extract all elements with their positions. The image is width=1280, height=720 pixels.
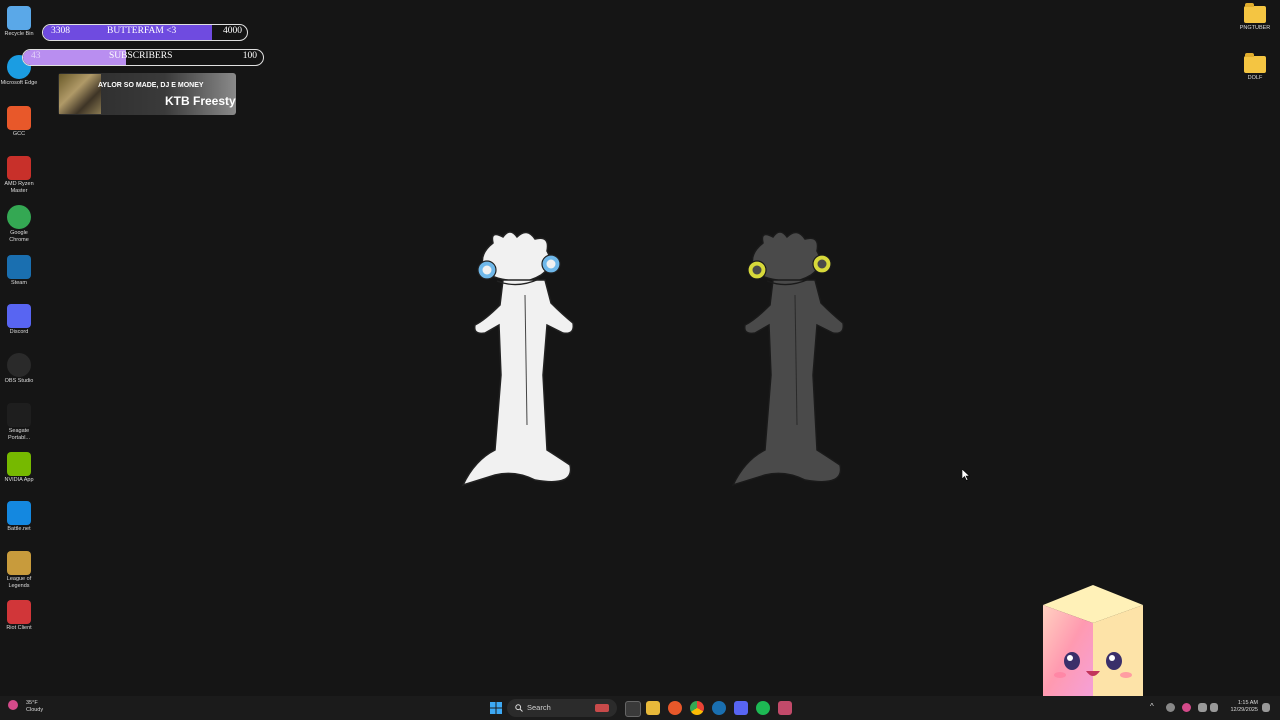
desktop-icon-obs[interactable]: OBS Studio	[0, 353, 38, 385]
now-playing-title: KTB Freesty	[165, 94, 236, 108]
weather-icon	[8, 700, 18, 710]
desktop-folder-dolf[interactable]: DOLF	[1236, 53, 1274, 82]
folder-icon	[1244, 53, 1266, 73]
nvidia-icon	[7, 452, 31, 476]
task-view-icon[interactable]	[625, 701, 641, 717]
tray-chevron-up-icon[interactable]: ^	[1150, 702, 1154, 711]
search-highlight-icon	[595, 704, 609, 712]
chrome-icon	[7, 205, 31, 229]
tray-mic-icon[interactable]	[1182, 703, 1191, 712]
desktop-icon-label: Riot Client	[6, 625, 32, 631]
desktop-icon-gcc[interactable]: GCC	[0, 106, 38, 138]
discord-taskbar-icon[interactable]	[734, 701, 748, 715]
search-placeholder: Search	[527, 703, 551, 712]
desktop-icon-label: Recycle Bin	[4, 31, 34, 37]
desktop-icon-seagate[interactable]: Seagate Portabl...	[0, 403, 38, 442]
desktop-folder-pngtuber[interactable]: PNGTUBER	[1236, 3, 1274, 32]
goal-label: BUTTERFAM <3	[107, 26, 177, 36]
obs-icon	[7, 353, 31, 377]
league-icon	[7, 551, 31, 575]
clock-time: 1:15 AM	[1237, 700, 1258, 706]
desktop-icon-league[interactable]: League of Legends	[0, 551, 38, 590]
goal-current: 3308	[51, 26, 70, 36]
spotify-taskbar-icon[interactable]	[756, 701, 770, 715]
desktop-icon-discord[interactable]: Discord	[0, 304, 38, 336]
desktop-icon-label: NVIDIA App	[4, 477, 34, 483]
desktop-icon-label: PNGTUBER	[1239, 25, 1271, 31]
desktop-icon-riot[interactable]: Riot Client	[0, 600, 38, 632]
desktop-icon-label: Microsoft Edge	[0, 80, 38, 86]
goal-target: 4000	[223, 26, 242, 36]
mouse-cursor-icon	[962, 469, 970, 481]
weather-temp: 35°F	[26, 700, 38, 706]
desktop-icon-battlenet[interactable]: Battle.net	[0, 501, 38, 533]
amd-ryzen-icon	[7, 156, 31, 180]
now-playing-artist: AYLOR SO MADE, DJ E MONEY	[98, 82, 204, 89]
desktop-icon-recycle-bin[interactable]: Recycle Bin	[0, 6, 38, 38]
goal-current: 43	[31, 51, 41, 61]
chrome-taskbar-icon[interactable]	[690, 701, 704, 715]
desktop-icon-label: Battle.net	[7, 526, 31, 532]
riot-icon	[7, 600, 31, 624]
network-icon[interactable]	[1198, 703, 1207, 712]
search-icon	[515, 704, 523, 712]
desktop-icon-label: GCC	[12, 131, 26, 137]
desktop-icon-label: Google Chrome	[9, 230, 29, 243]
desktop-icon-amd-ryzen[interactable]: AMD Ryzen Master	[0, 156, 38, 195]
tray-app-icon[interactable]	[1166, 703, 1175, 712]
desktop-icon-label: AMD Ryzen Master	[4, 181, 34, 194]
desktop-icon-steam[interactable]: Steam	[0, 255, 38, 287]
goal-bar-butterfam: 3308 BUTTERFAM <3 4000	[42, 24, 248, 41]
gcc-taskbar-icon[interactable]	[668, 701, 682, 715]
gcc-icon	[7, 106, 31, 130]
notification-bell-icon[interactable]	[1262, 703, 1270, 712]
butter-pngtuber-avatar	[1043, 585, 1143, 696]
discord-icon	[7, 304, 31, 328]
dark-dancing-salamander	[731, 231, 845, 487]
desktop-icon-chrome[interactable]: Google Chrome	[0, 205, 38, 244]
desktop-icon-label: Seagate Portabl...	[7, 428, 30, 441]
windows-start-icon[interactable]	[490, 702, 502, 714]
desktop-icon-nvidia[interactable]: NVIDIA App	[0, 452, 38, 484]
white-dancing-salamander	[461, 231, 575, 487]
file-explorer-icon[interactable]	[646, 701, 660, 715]
goal-bar-subscribers: 43 SUBSCRIBERS 100	[22, 49, 264, 66]
volume-icon[interactable]	[1210, 703, 1218, 712]
steam-taskbar-icon[interactable]	[712, 701, 726, 715]
desktop-icon-label: OBS Studio	[4, 378, 34, 384]
taskbar-clock[interactable]: 1:15 AM 12/29/2025	[1230, 700, 1258, 714]
folder-icon	[1244, 3, 1266, 23]
taskbar-search-input[interactable]: Search	[507, 699, 617, 717]
album-art	[59, 74, 101, 114]
app-taskbar-icon[interactable]	[778, 701, 792, 715]
recycle-bin-icon	[7, 6, 31, 30]
clock-date: 12/29/2025	[1230, 707, 1258, 713]
goal-label: SUBSCRIBERS	[109, 51, 173, 61]
desktop-icon-label: League of Legends	[6, 576, 32, 589]
taskbar: 35°F Cloudy Search ^ 1:15 AM 12/29/2025	[0, 696, 1280, 720]
battlenet-icon	[7, 501, 31, 525]
desktop-icon-label: Discord	[9, 329, 29, 335]
goal-target: 100	[242, 51, 257, 61]
steam-icon	[7, 255, 31, 279]
desktop-icon-label: DOLF	[1247, 75, 1263, 81]
seagate-icon	[7, 403, 31, 427]
weather-condition: Cloudy	[26, 707, 44, 713]
now-playing-widget: AYLOR SO MADE, DJ E MONEY KTB Freesty	[58, 73, 236, 115]
desktop-icon-label: Steam	[11, 280, 27, 286]
